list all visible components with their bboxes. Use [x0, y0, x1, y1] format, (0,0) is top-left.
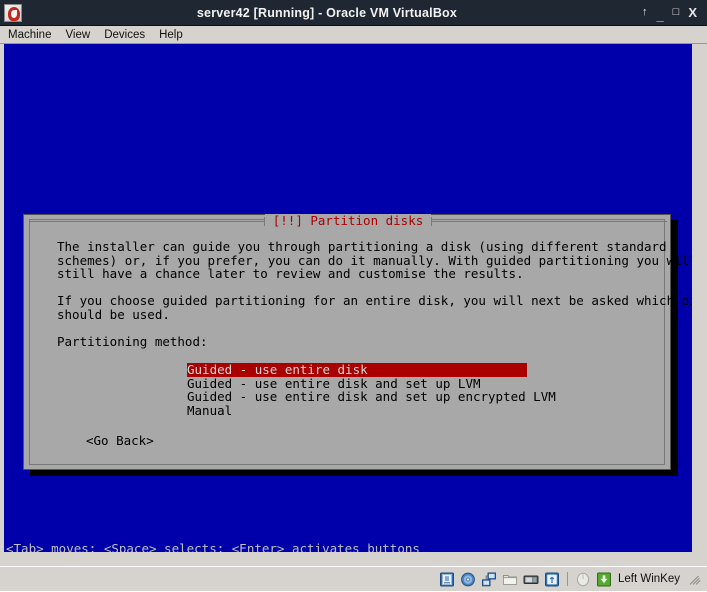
pin-icon[interactable]: ↑ — [642, 7, 648, 18]
partition-disks-dialog: [!!] Partition disks The installer can g… — [23, 214, 692, 471]
menu-item-help[interactable]: Help — [159, 29, 192, 41]
minimize-icon[interactable]: _ — [656, 9, 663, 22]
list-item-guided-lvm[interactable]: Guided - use entire disk and set up LVM — [187, 376, 527, 391]
network-icon[interactable] — [481, 572, 497, 587]
menu-item-devices[interactable]: Devices — [104, 29, 154, 41]
virtualbox-icon — [4, 3, 22, 22]
list-item-guided-entire-disk[interactable]: Guided - use entire disk — [187, 363, 527, 377]
maximize-icon[interactable]: □ — [673, 7, 680, 18]
console-status-line: <Tab> moves; <Space> selects; <Enter> ac… — [6, 541, 420, 552]
window-controls: ↑ _ □ X — [642, 6, 707, 22]
menu-item-machine[interactable]: Machine — [8, 29, 60, 41]
usb-icon[interactable] — [544, 572, 560, 587]
optical-disk-icon[interactable] — [460, 572, 476, 587]
status-bar-separator — [567, 572, 568, 586]
host-key-label: Left WinKey — [618, 573, 680, 585]
dialog-paragraph-1: The installer can guide you through part… — [57, 239, 692, 282]
title-bar: server42 [Running] - Oracle VM VirtualBo… — [0, 0, 707, 26]
partitioning-method-label: Partitioning method: — [57, 334, 208, 349]
partitioning-method-list[interactable]: Guided - use entire disk Guided - use en… — [187, 363, 556, 418]
window-title: server42 [Running] - Oracle VM VirtualBo… — [196, 5, 458, 20]
mouse-integration-icon[interactable] — [575, 572, 591, 587]
resize-grip[interactable] — [689, 572, 703, 586]
close-icon[interactable]: X — [688, 6, 697, 19]
dialog-body: The installer can guide you through part… — [24, 215, 692, 471]
menu-item-view[interactable]: View — [65, 29, 99, 41]
menu-bar: Machine View Devices Help — [0, 26, 707, 44]
host-key-icon[interactable] — [596, 572, 612, 587]
vm-display[interactable]: [!!] Partition disks The installer can g… — [4, 44, 692, 552]
dialog-paragraph-2: If you choose guided partitioning for an… — [57, 293, 692, 322]
display-icon[interactable] — [523, 572, 539, 587]
list-item-guided-encrypted-lvm[interactable]: Guided - use entire disk and set up encr… — [187, 390, 556, 404]
shared-folder-icon[interactable] — [502, 572, 518, 587]
go-back-button[interactable]: <Go Back> — [86, 434, 154, 448]
hard-disk-icon[interactable] — [439, 572, 455, 587]
virtualbox-window: server42 [Running] - Oracle VM VirtualBo… — [0, 0, 707, 591]
status-bar: Left WinKey — [0, 566, 707, 591]
list-item-manual[interactable]: Manual — [187, 404, 527, 418]
